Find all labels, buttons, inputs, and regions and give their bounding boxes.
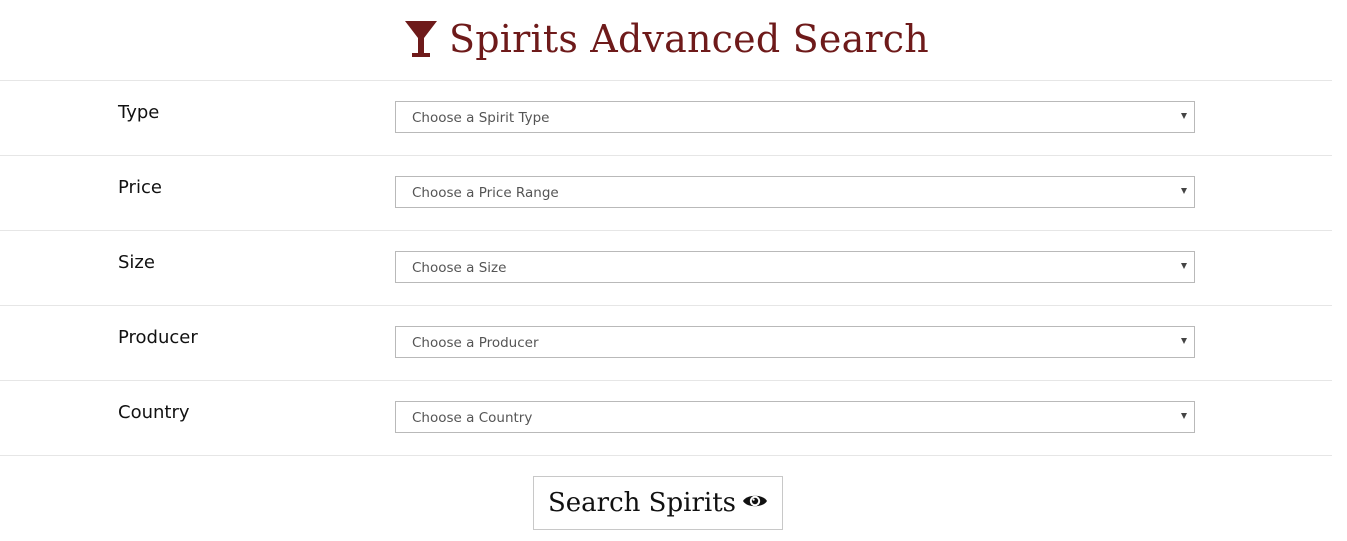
size-select-value: Choose a Size bbox=[412, 260, 507, 276]
advanced-search-form: Type Choose a Spirit Type Price Choose a… bbox=[0, 80, 1332, 456]
filter-row-type: Type Choose a Spirit Type bbox=[0, 80, 1332, 155]
country-select[interactable]: Choose a Country bbox=[395, 401, 1195, 433]
size-label: Size bbox=[118, 252, 155, 273]
producer-select-value: Choose a Producer bbox=[412, 335, 539, 351]
dropdown-arrow-icon bbox=[1181, 263, 1187, 269]
type-select[interactable]: Choose a Spirit Type bbox=[395, 101, 1195, 133]
dropdown-arrow-icon bbox=[1181, 188, 1187, 194]
price-select[interactable]: Choose a Price Range bbox=[395, 176, 1195, 208]
cocktail-glass-icon bbox=[405, 21, 438, 57]
producer-label: Producer bbox=[118, 327, 198, 348]
dropdown-arrow-icon bbox=[1181, 338, 1187, 344]
country-select-value: Choose a Country bbox=[412, 410, 533, 426]
filter-row-producer: Producer Choose a Producer bbox=[0, 305, 1332, 380]
search-button-label: Search Spirits bbox=[547, 488, 736, 518]
price-label: Price bbox=[118, 177, 162, 198]
type-label: Type bbox=[118, 102, 160, 123]
country-label: Country bbox=[118, 402, 190, 423]
dropdown-arrow-icon bbox=[1181, 113, 1187, 119]
dropdown-arrow-icon bbox=[1181, 413, 1187, 419]
producer-select[interactable]: Choose a Producer bbox=[395, 326, 1195, 358]
size-select[interactable]: Choose a Size bbox=[395, 251, 1195, 283]
page-header: Spirits Advanced Search bbox=[0, 0, 1332, 80]
filter-row-country: Country Choose a Country bbox=[0, 380, 1332, 456]
filter-row-price: Price Choose a Price Range bbox=[0, 155, 1332, 230]
type-select-value: Choose a Spirit Type bbox=[412, 110, 550, 126]
search-spirits-button[interactable]: Search Spirits bbox=[533, 476, 783, 530]
title-group: Spirits Advanced Search bbox=[403, 17, 929, 61]
filter-row-size: Size Choose a Size bbox=[0, 230, 1332, 305]
price-select-value: Choose a Price Range bbox=[412, 185, 559, 201]
eye-icon bbox=[743, 495, 767, 507]
page-title: Spirits Advanced Search bbox=[449, 17, 929, 61]
